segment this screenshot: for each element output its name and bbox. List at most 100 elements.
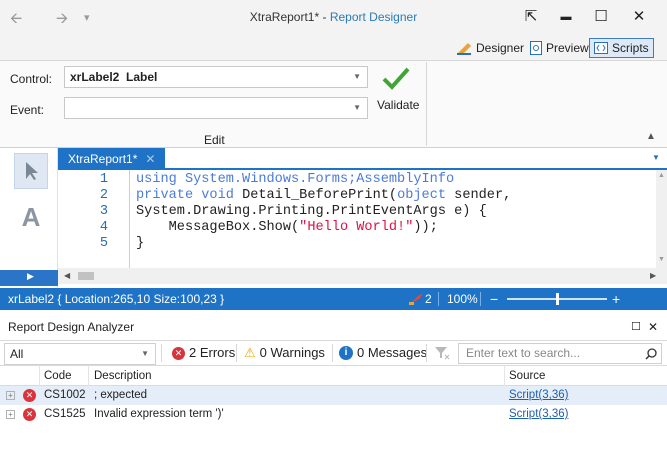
row-source-link[interactable]: Script(3,36) bbox=[509, 386, 568, 405]
toolbar-separator bbox=[332, 344, 333, 362]
script-editor[interactable]: 1 using System.Windows.Forms;AssemblyInfo… bbox=[58, 170, 656, 268]
grid-header: Code Description Source bbox=[0, 366, 667, 386]
code-token: MessageBox.Show( bbox=[136, 220, 300, 235]
close-icon[interactable]: ✕ bbox=[145, 152, 155, 166]
label-tool[interactable]: A bbox=[14, 197, 48, 237]
tab-preview-label: Preview bbox=[546, 41, 589, 55]
preview-icon bbox=[530, 41, 542, 55]
error-marker-icon bbox=[409, 294, 422, 305]
control-label: Control: bbox=[10, 72, 53, 86]
row-code: CS1002 bbox=[44, 389, 86, 401]
restore-panel-icon[interactable]: ☐ bbox=[631, 316, 641, 338]
filter-value: All bbox=[10, 347, 24, 361]
expand-icon[interactable]: + bbox=[6, 391, 15, 400]
code-token: )); bbox=[413, 220, 438, 235]
title-app: Report Designer bbox=[329, 10, 418, 24]
code-token: sender, bbox=[446, 188, 512, 203]
ribbon-group-label: Edit bbox=[204, 133, 225, 147]
error-icon: ✕ bbox=[23, 408, 36, 421]
column-divider bbox=[88, 366, 89, 386]
minimize-button[interactable]: ▬ bbox=[554, 6, 578, 28]
maximize-button[interactable]: ☐ bbox=[589, 6, 613, 28]
code-line[interactable]: MessageBox.Show("Hello World!")); bbox=[136, 220, 438, 236]
scroll-down-icon[interactable]: ▼ bbox=[658, 256, 665, 263]
error-count[interactable]: 2 bbox=[425, 288, 432, 310]
close-button[interactable]: ✕ bbox=[627, 6, 651, 28]
document-tab-label: XtraReport1* bbox=[68, 152, 138, 166]
zoom-out-button[interactable]: − bbox=[490, 288, 498, 310]
chevron-down-icon: ▼ bbox=[353, 72, 361, 81]
column-divider bbox=[504, 366, 505, 386]
row-description: Invalid expression term ')' bbox=[94, 408, 224, 420]
scroll-right-icon[interactable]: ▶ bbox=[650, 271, 656, 280]
chevron-down-icon: ▼ bbox=[141, 349, 149, 358]
line-number: 4 bbox=[99, 220, 108, 235]
ribbon-group-separator bbox=[426, 62, 427, 146]
line-number: 1 bbox=[99, 172, 108, 187]
horizontal-scrollbar[interactable]: ◀ ▶ bbox=[58, 268, 667, 284]
column-divider bbox=[39, 366, 40, 386]
control-value-type: Label bbox=[126, 70, 158, 84]
chevron-down-icon[interactable]: ▼ bbox=[652, 153, 660, 162]
code-line[interactable]: using System.Windows.Forms;AssemblyInfo bbox=[136, 172, 454, 188]
messages-toggle[interactable]: i 0 Messages bbox=[339, 343, 427, 363]
search-box[interactable]: Enter text to search... bbox=[458, 343, 662, 364]
info-icon: i bbox=[339, 346, 353, 360]
warnings-toggle[interactable]: ⚠ 0 Warnings bbox=[244, 343, 325, 363]
tab-preview[interactable]: Preview bbox=[526, 38, 593, 58]
pointer-icon bbox=[26, 162, 38, 180]
scroll-thumb[interactable] bbox=[78, 272, 94, 280]
filter-combo[interactable]: All ▼ bbox=[4, 343, 156, 365]
table-row[interactable]: + ✕ CS1002 ; expected Script(3,36) bbox=[0, 386, 667, 405]
code-token: } bbox=[136, 236, 145, 251]
scripts-icon bbox=[594, 42, 608, 54]
tab-designer[interactable]: Designer bbox=[453, 38, 528, 58]
status-separator bbox=[438, 292, 439, 306]
zoom-slider[interactable] bbox=[507, 293, 607, 305]
collapse-ribbon-icon[interactable]: ▲ bbox=[646, 131, 656, 142]
warning-icon: ⚠ bbox=[244, 345, 256, 360]
validate-label: Validate bbox=[377, 98, 420, 112]
code-line[interactable]: } bbox=[136, 236, 144, 252]
expand-icon[interactable]: + bbox=[6, 410, 15, 419]
title-separator: - bbox=[319, 10, 330, 24]
designer-icon bbox=[457, 42, 471, 55]
column-source[interactable]: Source bbox=[509, 366, 545, 386]
checkmark-icon bbox=[382, 67, 410, 90]
event-combo[interactable]: ▼ bbox=[64, 97, 368, 119]
table-row[interactable]: + ✕ CS1525 Invalid expression term ')' S… bbox=[0, 405, 667, 424]
zoom-slider-thumb[interactable] bbox=[556, 293, 559, 305]
search-input[interactable]: Enter text to search... bbox=[466, 346, 580, 360]
pointer-tool[interactable] bbox=[14, 153, 48, 189]
search-icon[interactable] bbox=[645, 348, 657, 360]
vertical-scrollbar[interactable]: ▲ ▼ bbox=[656, 170, 667, 268]
column-description[interactable]: Description bbox=[94, 366, 152, 386]
toolbar-separator bbox=[236, 344, 237, 362]
toolbar-separator bbox=[161, 344, 162, 362]
pin-icon[interactable]: ⇱ bbox=[519, 6, 543, 28]
code-line[interactable]: System.Drawing.Printing.PrintEventArgs e… bbox=[136, 204, 487, 220]
toolbox-toggle[interactable]: ▶ bbox=[0, 270, 58, 286]
validate-button[interactable]: Validate bbox=[371, 64, 421, 118]
zoom-in-button[interactable]: + bbox=[612, 288, 620, 310]
toolbar-separator bbox=[426, 344, 427, 362]
row-source-link[interactable]: Script(3,36) bbox=[509, 405, 568, 424]
analyzer-toolbar: All ▼ ✕ 2 Errors ⚠ 0 Warnings i0 Messages … bbox=[0, 340, 667, 366]
code-token: using System.Windows.Forms;AssemblyInfo bbox=[136, 172, 455, 187]
chevron-right-icon: ▶ bbox=[27, 271, 34, 281]
clear-filter-icon[interactable] bbox=[434, 346, 450, 360]
line-number: 2 bbox=[99, 188, 108, 203]
scroll-up-icon[interactable]: ▲ bbox=[658, 172, 665, 179]
document-tab[interactable]: XtraReport1* ✕ bbox=[58, 148, 166, 170]
warnings-label: 0 Warnings bbox=[259, 345, 325, 360]
scroll-left-icon[interactable]: ◀ bbox=[64, 271, 70, 280]
error-icon: ✕ bbox=[23, 389, 36, 402]
event-label: Event: bbox=[10, 103, 45, 117]
close-panel-icon[interactable]: ✕ bbox=[648, 316, 658, 338]
analyzer-title: Report Design Analyzer bbox=[8, 320, 135, 334]
errors-toggle[interactable]: ✕ 2 Errors bbox=[172, 343, 235, 363]
control-combo[interactable]: xrLabel2 Label ▼ bbox=[64, 66, 368, 88]
column-code[interactable]: Code bbox=[44, 366, 72, 386]
code-line[interactable]: private void Detail_BeforePrint(object s… bbox=[136, 188, 511, 204]
tab-scripts[interactable]: Scripts bbox=[589, 38, 654, 58]
